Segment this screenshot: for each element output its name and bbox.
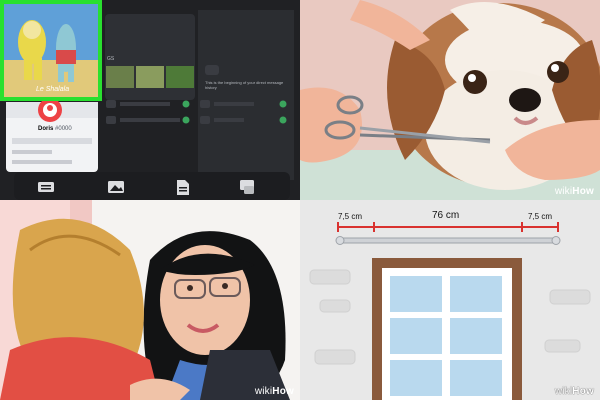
right-margin-label: 7,5 cm bbox=[528, 212, 553, 221]
image-icon[interactable] bbox=[108, 181, 124, 193]
discord-panel: Le Shalala GS This is the beginning of y… bbox=[0, 0, 300, 200]
curtain-rod-illustration bbox=[300, 200, 600, 400]
doctor-conversation-illustration bbox=[0, 200, 300, 400]
wikihow-watermark: wikiHow bbox=[554, 186, 594, 197]
total-width-label: 76 cm bbox=[432, 210, 460, 221]
message-hint: This is the beginning of your direct mes… bbox=[205, 80, 284, 90]
profile-tag: #0000 bbox=[55, 126, 72, 132]
keyboard-icon[interactable] bbox=[38, 182, 54, 192]
wikihow-watermark: wikiHow bbox=[554, 386, 594, 397]
profile-name: Doris #0000 bbox=[38, 126, 72, 132]
document-icon[interactable] bbox=[177, 180, 189, 195]
wikihow-watermark: wikiHow bbox=[254, 386, 294, 397]
left-margin-label: 7,5 cm bbox=[338, 212, 363, 221]
curtain-rod-panel: 7,5 cm 76 cm 7,5 cm wikiHow bbox=[300, 200, 600, 400]
curtain-rod bbox=[339, 237, 557, 244]
discord-ui-illustration bbox=[0, 0, 300, 200]
dog-trim-panel: wikiHow bbox=[300, 0, 600, 200]
sticker-caption: Le Shalala bbox=[36, 86, 70, 93]
image-collage: Le Shalala GS This is the beginning of y… bbox=[0, 0, 600, 400]
channel-tag: GS bbox=[107, 56, 115, 62]
dog-trim-illustration bbox=[300, 0, 600, 200]
doctor-conversation-panel: wikiHow bbox=[0, 200, 300, 400]
profile-username: Doris bbox=[38, 126, 54, 132]
